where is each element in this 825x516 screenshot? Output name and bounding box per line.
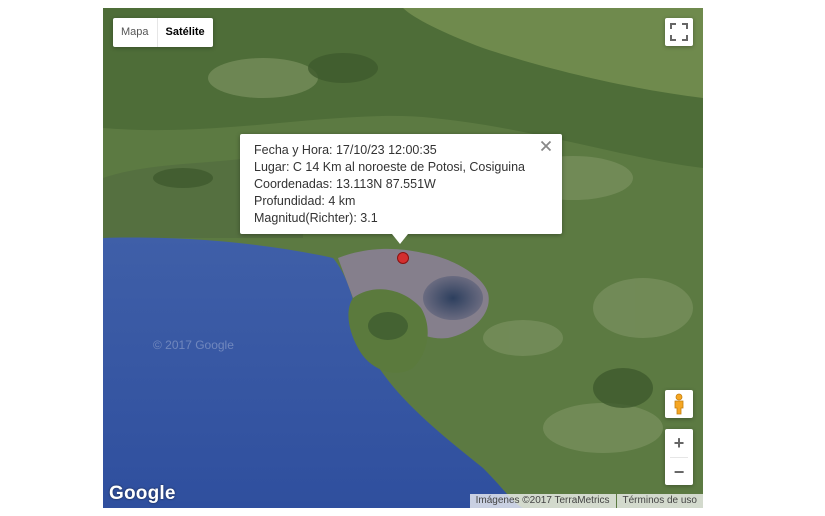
- imagery-attribution: Imágenes ©2017 TerraMetrics: [469, 494, 616, 508]
- pegman-icon: [674, 393, 684, 415]
- info-window-pointer: [392, 234, 408, 244]
- info-depth: Profundidad: 4 km: [254, 194, 356, 208]
- info-datetime: Fecha y Hora: 17/10/23 12:00:35: [254, 143, 437, 157]
- zoom-out-button[interactable]: −: [665, 458, 693, 486]
- fullscreen-icon: [670, 23, 688, 41]
- zoom-control: + −: [665, 429, 693, 485]
- map-type-map-button[interactable]: Mapa: [113, 18, 157, 47]
- info-coordinates: Coordenadas: 13.113N 87.551W: [254, 177, 436, 191]
- info-window: Fecha y Hora: 17/10/23 12:00:35 Lugar: C…: [240, 134, 562, 244]
- zoom-in-button[interactable]: +: [665, 429, 693, 457]
- map-canvas[interactable]: Mapa Satélite © 2017 Google Fecha y Hora…: [103, 8, 703, 508]
- info-magnitude: Magnitud(Richter): 3.1: [254, 211, 378, 225]
- terms-link[interactable]: Términos de uso: [616, 494, 703, 508]
- map-type-control: Mapa Satélite: [113, 18, 213, 47]
- attribution-bar: Imágenes ©2017 TerraMetrics Términos de …: [469, 494, 703, 508]
- info-location: Lugar: C 14 Km al noroeste de Potosi, Co…: [254, 160, 525, 174]
- map-watermark: © 2017 Google: [153, 338, 234, 352]
- map-type-satellite-button[interactable]: Satélite: [156, 18, 213, 47]
- close-icon[interactable]: [540, 140, 552, 152]
- street-view-button[interactable]: [665, 390, 693, 418]
- marker-icon[interactable]: [397, 252, 409, 264]
- fullscreen-button[interactable]: [665, 18, 693, 46]
- google-logo: Google: [109, 483, 176, 504]
